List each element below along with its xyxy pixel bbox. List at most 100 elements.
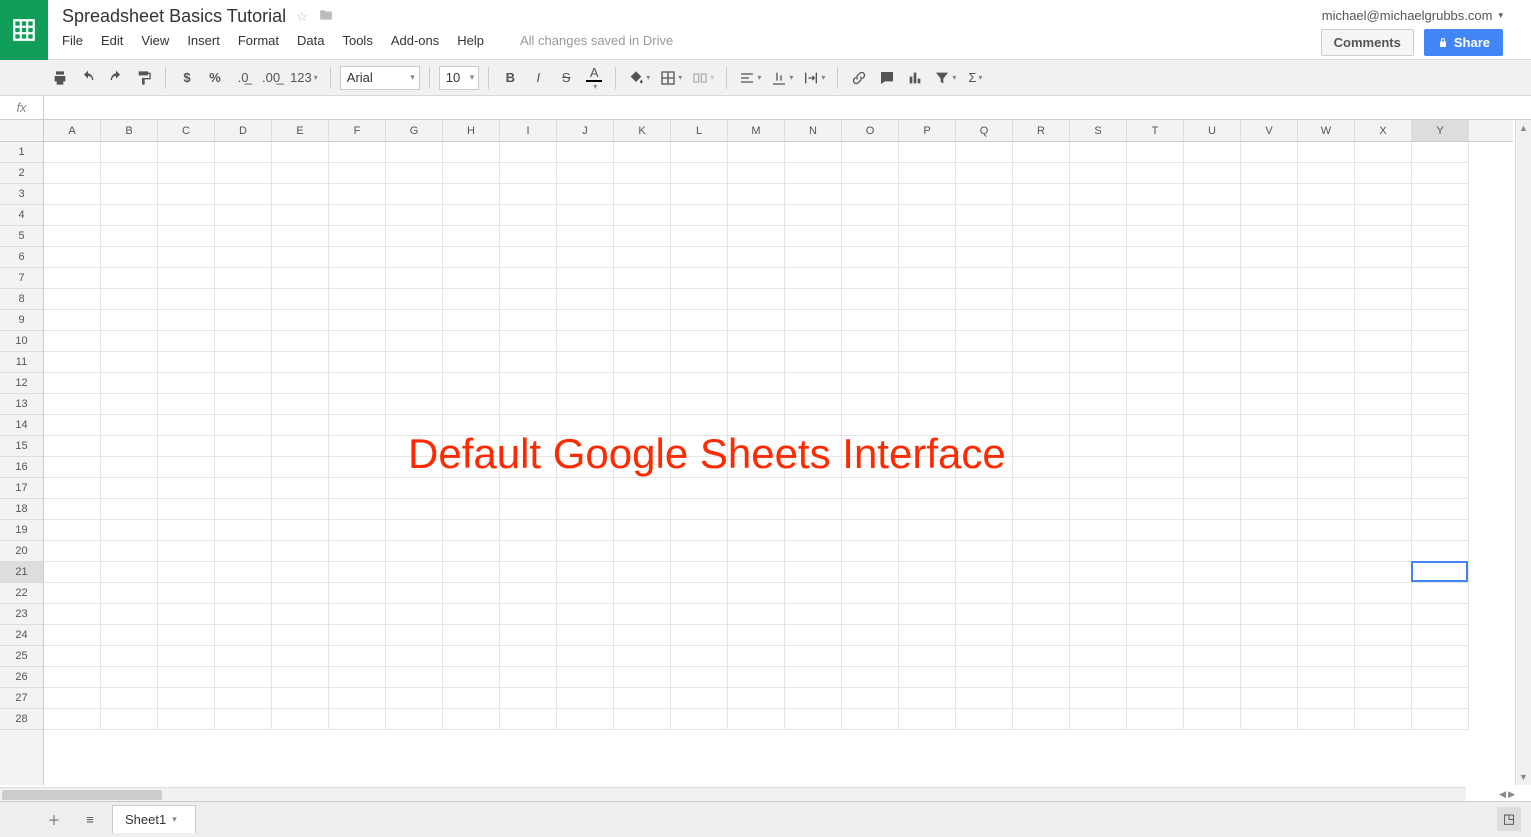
cell[interactable] xyxy=(899,289,956,310)
column-header[interactable]: V xyxy=(1241,120,1298,141)
cell[interactable] xyxy=(785,436,842,457)
cell[interactable] xyxy=(215,583,272,604)
cell[interactable] xyxy=(101,457,158,478)
cell[interactable] xyxy=(614,247,671,268)
cell[interactable] xyxy=(1412,289,1469,310)
cell[interactable] xyxy=(557,478,614,499)
cell[interactable] xyxy=(1070,352,1127,373)
cell[interactable] xyxy=(1355,583,1412,604)
row-header[interactable]: 27 xyxy=(0,688,43,709)
row-header[interactable]: 25 xyxy=(0,646,43,667)
cell[interactable] xyxy=(158,247,215,268)
cell[interactable] xyxy=(842,331,899,352)
cell[interactable] xyxy=(899,709,956,730)
cell[interactable] xyxy=(158,184,215,205)
cell[interactable] xyxy=(215,226,272,247)
cell[interactable] xyxy=(1298,436,1355,457)
cell[interactable] xyxy=(386,184,443,205)
cell[interactable] xyxy=(785,478,842,499)
text-color-button[interactable]: A xyxy=(582,65,606,91)
cell[interactable] xyxy=(158,268,215,289)
cell[interactable] xyxy=(557,688,614,709)
cell[interactable] xyxy=(44,247,101,268)
cell[interactable] xyxy=(329,604,386,625)
scroll-left-icon[interactable]: ◀ xyxy=(1499,789,1506,800)
cell[interactable] xyxy=(386,688,443,709)
cell[interactable] xyxy=(158,520,215,541)
cell[interactable] xyxy=(101,352,158,373)
cell[interactable] xyxy=(500,499,557,520)
cell[interactable] xyxy=(272,184,329,205)
cell[interactable] xyxy=(215,184,272,205)
cell[interactable] xyxy=(614,205,671,226)
cell[interactable] xyxy=(44,289,101,310)
insert-comment-button[interactable] xyxy=(875,65,899,91)
cell[interactable] xyxy=(785,667,842,688)
cell[interactable] xyxy=(500,268,557,289)
cell[interactable] xyxy=(1298,709,1355,730)
cell[interactable] xyxy=(956,688,1013,709)
cell[interactable] xyxy=(329,688,386,709)
cell[interactable] xyxy=(1355,625,1412,646)
row-header[interactable]: 17 xyxy=(0,478,43,499)
cell[interactable] xyxy=(728,457,785,478)
cell[interactable] xyxy=(1070,667,1127,688)
cell[interactable] xyxy=(785,310,842,331)
cell[interactable] xyxy=(215,436,272,457)
cell[interactable] xyxy=(1241,688,1298,709)
cell[interactable] xyxy=(1070,499,1127,520)
cell[interactable] xyxy=(215,520,272,541)
cell[interactable] xyxy=(1241,457,1298,478)
cell[interactable] xyxy=(329,163,386,184)
cell[interactable] xyxy=(671,394,728,415)
cell[interactable] xyxy=(272,541,329,562)
cell[interactable] xyxy=(1013,604,1070,625)
cell[interactable] xyxy=(443,604,500,625)
row-header[interactable]: 21 xyxy=(0,562,43,583)
cell[interactable] xyxy=(899,541,956,562)
cell[interactable] xyxy=(842,688,899,709)
cell[interactable] xyxy=(728,478,785,499)
cell[interactable] xyxy=(101,415,158,436)
cell[interactable] xyxy=(728,184,785,205)
cell[interactable] xyxy=(1013,436,1070,457)
cell[interactable] xyxy=(728,226,785,247)
column-header[interactable]: D xyxy=(215,120,272,141)
cell[interactable] xyxy=(728,667,785,688)
cell[interactable] xyxy=(1241,667,1298,688)
cell[interactable] xyxy=(1298,520,1355,541)
cell[interactable] xyxy=(215,163,272,184)
cell[interactable] xyxy=(1355,373,1412,394)
cell[interactable] xyxy=(842,352,899,373)
cell[interactable] xyxy=(1355,667,1412,688)
cell[interactable] xyxy=(1070,478,1127,499)
cell[interactable] xyxy=(215,541,272,562)
cell[interactable] xyxy=(956,247,1013,268)
cell[interactable] xyxy=(1298,394,1355,415)
cell[interactable] xyxy=(500,226,557,247)
cell[interactable] xyxy=(1355,289,1412,310)
cell[interactable] xyxy=(557,394,614,415)
cell[interactable] xyxy=(386,604,443,625)
cell[interactable] xyxy=(728,310,785,331)
vertical-align-button[interactable] xyxy=(768,65,796,91)
row-header[interactable]: 20 xyxy=(0,541,43,562)
cell[interactable] xyxy=(557,520,614,541)
decrease-decimal-button[interactable]: .0̲ xyxy=(231,65,255,91)
cell[interactable] xyxy=(215,268,272,289)
cell[interactable] xyxy=(44,268,101,289)
cell[interactable] xyxy=(500,688,557,709)
cell[interactable] xyxy=(842,415,899,436)
cell[interactable] xyxy=(1184,457,1241,478)
fill-color-button[interactable] xyxy=(625,65,653,91)
cell[interactable] xyxy=(671,415,728,436)
cell[interactable] xyxy=(557,457,614,478)
cell[interactable] xyxy=(1184,415,1241,436)
font-size-select[interactable]: 10 xyxy=(439,66,479,90)
cell[interactable] xyxy=(1241,562,1298,583)
cell[interactable] xyxy=(443,688,500,709)
cell[interactable] xyxy=(956,709,1013,730)
cell[interactable] xyxy=(1412,142,1469,163)
cell[interactable] xyxy=(158,352,215,373)
cell[interactable] xyxy=(1184,688,1241,709)
